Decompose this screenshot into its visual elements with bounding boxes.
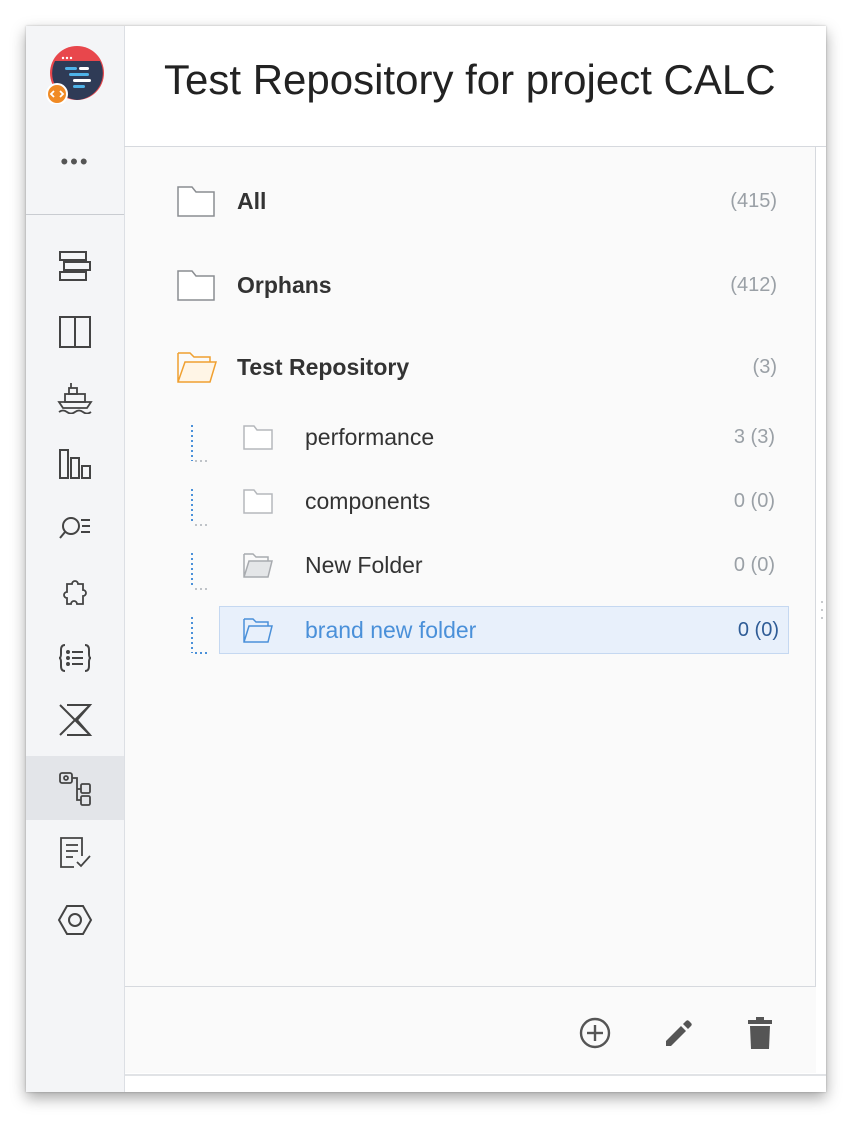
- folder-icon: [243, 425, 273, 450]
- more-menu-button[interactable]: •••: [26, 151, 124, 173]
- puzzle-icon: [63, 580, 87, 605]
- sidebar-item-code-list[interactable]: [26, 626, 124, 690]
- columns-icon: [59, 316, 91, 348]
- sidebar-item-settings[interactable]: [26, 888, 124, 952]
- tree-item-label: New Folder: [305, 551, 423, 578]
- tree-item-label: performance: [305, 423, 435, 450]
- tree-item-count: 3 (3): [733, 425, 775, 448]
- ship-icon: [57, 383, 93, 414]
- sidebar-divider: [26, 214, 124, 215]
- tree-item-label: Test Repository: [237, 353, 410, 380]
- settings-hex-icon: [57, 905, 93, 935]
- sidebar-item-columns[interactable]: [26, 300, 124, 364]
- open-folder-icon: [243, 553, 273, 578]
- folder-tree: All (415) Orphans (412) Test Repository …: [125, 147, 816, 987]
- sidebar-item-ship[interactable]: [26, 364, 124, 428]
- tree-connectors: [191, 425, 209, 654]
- tree-item-orphans[interactable]: Orphans (412): [177, 262, 777, 308]
- open-folder-icon: [243, 618, 273, 643]
- app-logo-icon[interactable]: [46, 46, 104, 105]
- tree-item-label: brand new folder: [305, 616, 477, 643]
- test-plan-icon: [60, 837, 91, 868]
- tree-item-new-folder[interactable]: New Folder 0 (0): [219, 542, 785, 588]
- tree-item-test-repository[interactable]: Test Repository (3): [177, 344, 777, 390]
- tree-item-label: All: [237, 187, 267, 214]
- panel-resize-handle[interactable]: [820, 598, 824, 622]
- tree-item-count: 0 (0): [737, 618, 779, 641]
- pencil-icon: [666, 1020, 692, 1046]
- page-title: Test Repository for project CALC: [164, 56, 776, 103]
- edit-folder-button[interactable]: [660, 1015, 696, 1051]
- xray-icon: [59, 704, 93, 736]
- tree-item-performance[interactable]: performance 3 (3): [219, 414, 785, 460]
- folder-icon: [177, 186, 215, 217]
- tree-item-label: components: [305, 487, 431, 514]
- sidebar-item-test-plan[interactable]: [26, 820, 124, 884]
- sidebar-item-test-repository[interactable]: [26, 756, 124, 820]
- bottom-edge: [125, 1074, 826, 1076]
- tree-item-count: (412): [730, 273, 777, 296]
- tree-item-count: 0 (0): [733, 553, 775, 576]
- folder-icon: [243, 489, 273, 514]
- sidebar-item-search[interactable]: [26, 496, 124, 560]
- test-repository-panel: ••• Test Repository for project CALC All…: [26, 26, 826, 1092]
- open-folder-icon: [177, 352, 217, 383]
- tree-item-count: 0 (0): [733, 489, 775, 512]
- add-circle-icon: [579, 1017, 611, 1049]
- tree-actions-toolbar: [125, 987, 816, 1073]
- trash-icon: [748, 1017, 772, 1049]
- board-icon: [59, 251, 91, 281]
- test-repository-icon: [59, 772, 91, 806]
- sidebar-item-xray[interactable]: [26, 688, 124, 752]
- tree-item-count: (415): [730, 189, 777, 212]
- sidebar-item-board[interactable]: [26, 234, 124, 298]
- tree-item-count: (3): [752, 355, 777, 378]
- sidebar: •••: [26, 26, 125, 1092]
- sidebar-item-reports[interactable]: [26, 432, 124, 496]
- code-list-icon: [58, 644, 92, 672]
- reports-icon: [59, 449, 91, 479]
- search-list-icon: [59, 517, 90, 539]
- tree-item-label: Orphans: [237, 271, 332, 298]
- tree-item-brand-new-folder[interactable]: brand new folder 0 (0): [219, 606, 789, 654]
- folder-icon: [177, 270, 215, 301]
- sidebar-item-addons[interactable]: [26, 562, 124, 626]
- delete-folder-button[interactable]: [742, 1015, 778, 1051]
- tree-item-components[interactable]: components 0 (0): [219, 478, 785, 524]
- tree-item-all[interactable]: All (415): [177, 178, 777, 224]
- add-folder-button[interactable]: [577, 1015, 613, 1051]
